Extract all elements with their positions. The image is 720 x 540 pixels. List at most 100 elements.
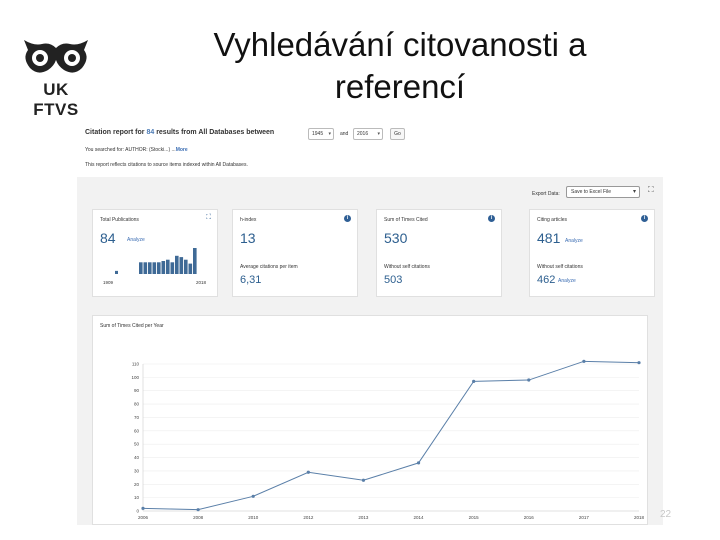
slide-title-line1: Vyhledávání citovanosti a [213,26,587,63]
more-link[interactable]: More [176,147,188,153]
x-tick-label: 2010 [248,515,259,520]
from-year-select[interactable]: 1945 [308,128,334,140]
report-header: Citation report for 84 results from All … [77,125,663,177]
sum-cited-value: 530 [384,230,408,246]
analyze-link[interactable]: Analyze [565,238,583,244]
y-tick-label: 30 [134,468,140,473]
data-point [472,379,476,383]
x-tick-label: 2014 [414,515,425,520]
data-point [637,361,641,365]
publications-histogram [115,248,197,274]
without-self-value: 503 [384,274,403,286]
expand-icon[interactable]: ⛶ [206,214,211,222]
analyze-link[interactable]: Analyze [558,278,576,284]
x-tick-label: 2016 [524,515,535,520]
title-suffix: results from All Databases between [154,129,275,136]
go-button[interactable]: Go [390,128,405,140]
total-publications-label: Total Publications [100,217,139,223]
histogram-bar [148,262,152,274]
citation-report-screenshot: Citation report for 84 results from All … [77,125,663,525]
export-label: Export Data: [532,191,560,197]
histogram-bar [143,262,148,274]
x-tick-label: 2018 [634,515,645,520]
report-note: This report reflects citations to source… [85,162,248,168]
times-cited-line-chart: 0 10 20 30 40 50 60 70 80 90 100 110 2006 2008 2010 201… [131,359,645,520]
citing-without-self-label: Without self citations [537,264,583,270]
ukftvs-logo: UK FTVS [20,36,92,119]
and-label: and [340,131,349,137]
data-point [416,461,421,465]
data-point [196,508,200,512]
info-icon[interactable]: i [641,215,648,222]
series-line [142,360,640,511]
histogram-bar [179,257,184,274]
analyze-link[interactable]: Analyze [127,237,145,243]
data-point [582,359,586,363]
histogram-bar [157,262,161,274]
without-self-label: Without self citations [384,264,430,270]
card-sum-times-cited: Sum of Times Cited i 530 Without self ci… [376,209,502,297]
year-end-label: 2018 [196,280,207,285]
year-start-label: 1909 [103,280,114,285]
report-title: Citation report for 84 results from All … [85,129,274,136]
citing-articles-label: Citing articles [537,217,568,223]
y-tick-label: 110 [132,362,140,367]
h-index-value: 13 [240,230,256,246]
y-tick-label: 70 [134,415,140,420]
searched-for: You searched for: AUTHOR: (Stocki...) ..… [85,147,188,153]
data-point [251,494,255,498]
histogram-bar [166,259,170,274]
x-tick-label: 2015 [469,515,480,520]
citing-without-self-value: 462 [537,274,556,286]
y-tick-label: 50 [134,442,140,447]
histogram-bar [170,262,175,274]
card-h-index: h-index i 13 Average citations per item … [232,209,358,297]
total-publications-value: 84 [100,230,116,246]
page-number: 22 [660,509,672,520]
y-tick-label: 100 [131,375,139,380]
histogram-bar [115,270,118,274]
sum-cited-label: Sum of Times Cited [384,217,428,223]
slide-title-line2: referencí [334,68,466,105]
export-select[interactable]: Save to Excel File [566,186,640,198]
owl-icon [24,40,88,73]
y-tick-label: 90 [134,388,140,393]
slide-title: Vyhledávání citovanosti a referencí [150,24,650,108]
avg-citations-label: Average citations per item [240,264,298,270]
data-point [527,378,531,382]
h-index-label: h-index [240,217,257,223]
x-tick-label: 2008 [193,515,204,520]
y-tick-label: 0 [136,509,139,514]
title-prefix: Citation report for [85,129,147,136]
data-point [141,506,145,510]
y-tick-label: 80 [134,402,140,407]
y-tick-label: 40 [134,455,140,460]
histogram-bar [152,262,157,274]
x-tick-label: 2012 [303,515,314,520]
histogram-bar [161,261,166,274]
citing-articles-value: 481 [537,230,561,246]
histogram-bar [188,263,193,274]
y-tick-label: 10 [134,495,140,500]
card-citing-articles: Citing articles i 481 Analyze Without se… [529,209,655,297]
data-point [306,470,310,474]
histogram-bar [193,248,197,274]
x-tick-label: 2006 [138,515,149,520]
histogram-bar [184,259,188,274]
avg-citations-value: 6,31 [240,274,262,286]
data-point [361,478,366,482]
info-icon[interactable]: i [488,215,495,222]
logo-text: UK FTVS [33,80,79,119]
x-tick-label: 2017 [579,515,590,520]
card-total-publications: Total Publications ⛶ 84 Analyze 1909 201… [92,209,218,297]
expand-icon[interactable]: ⛶ [648,185,654,195]
y-tick-label: 20 [134,482,140,487]
histogram-bar [175,255,179,274]
times-cited-chart-card: Sum of Times Cited per Year 0 10 20 30 40 50 6… [92,315,648,525]
x-tick-label: 2013 [358,515,369,520]
to-year-select[interactable]: 2016 [353,128,383,140]
searched-for-text: You searched for: AUTHOR: (Stocki...) ..… [85,147,176,153]
info-icon[interactable]: i [344,215,351,222]
y-tick-label: 60 [134,428,140,433]
histogram-bar [139,262,143,274]
